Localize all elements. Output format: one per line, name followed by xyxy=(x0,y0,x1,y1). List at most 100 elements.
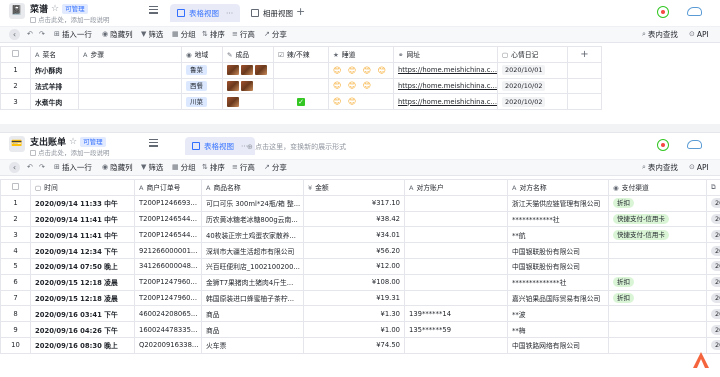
cell-channel[interactable]: 折扣 xyxy=(608,194,707,212)
undo-icon[interactable]: ↶ xyxy=(27,29,33,40)
cell-order[interactable]: T200P1246693... xyxy=(134,194,202,212)
add-view-icon[interactable]: + xyxy=(296,6,305,18)
cell-account[interactable] xyxy=(404,257,508,275)
cell-party[interactable]: **************社 xyxy=(507,273,609,291)
description-text[interactable]: 点击此处，添加一段说明 xyxy=(38,149,110,157)
cell-steps[interactable] xyxy=(78,77,182,95)
group-button[interactable]: ▦ 分组 xyxy=(172,162,196,173)
cell-account[interactable] xyxy=(404,289,508,307)
table-row[interactable]: 9 2020/09/16 04:26 下午 160024478335... 商品… xyxy=(0,321,720,338)
cell-time[interactable]: 2020/09/14 11:41 中午 xyxy=(30,226,135,244)
cell-extra[interactable]: 20 xyxy=(706,210,720,228)
column-header[interactable]: ⧉ xyxy=(706,179,720,196)
table-search-button[interactable]: ⌕ 表内查找 xyxy=(642,29,678,40)
table-icon[interactable]: 💳 xyxy=(9,136,25,152)
cell-party[interactable]: 嘉兴铂果品国际贸易有限公司 xyxy=(507,289,609,307)
record-icon[interactable] xyxy=(657,139,669,151)
cell-steps[interactable] xyxy=(78,93,182,111)
cell-amount[interactable]: ¥317.10 xyxy=(303,194,405,212)
cell-order[interactable]: T200P1246544... xyxy=(134,210,202,228)
cell-party[interactable]: **航 xyxy=(507,226,609,244)
cell-amount[interactable]: ¥12.00 xyxy=(303,257,405,275)
column-header[interactable]: ▢ 时间 xyxy=(30,179,135,196)
tab-grid-view[interactable]: 表格视图 ··· xyxy=(170,4,241,22)
insert-row-button[interactable]: ⊞ 插入一行 xyxy=(54,29,92,40)
cell-account[interactable] xyxy=(404,194,508,212)
cell-photo[interactable] xyxy=(222,93,274,111)
select-all-checkbox[interactable] xyxy=(0,46,31,63)
cell-item[interactable]: 兴百旺便利店_1002100200... xyxy=(201,257,304,275)
table-row[interactable]: 5 2020/09/14 07:50 晚上 341266000048... 兴百… xyxy=(0,257,720,275)
cell-extra[interactable]: 20 xyxy=(706,273,720,291)
column-header[interactable]: A 对方名称 xyxy=(507,179,609,196)
cell-amount[interactable]: ¥74.50 xyxy=(303,336,405,354)
cell-extra[interactable]: 20 xyxy=(706,194,720,212)
cell-time[interactable]: 2020/09/15 12:18 凌晨 xyxy=(30,273,135,291)
cell-extra[interactable]: 20 xyxy=(706,289,720,307)
star-icon[interactable]: ☆ xyxy=(51,4,59,14)
table-row[interactable]: 10 2020/09/16 08:30 晚上 Q20200916338... 火… xyxy=(0,336,720,354)
add-column-icon[interactable]: + xyxy=(567,46,602,63)
cell-photo[interactable] xyxy=(222,61,274,79)
cell-item[interactable]: 金狮T7果猪肉土猪肉4斤生... xyxy=(201,273,304,291)
select-all-checkbox[interactable] xyxy=(0,179,31,196)
more-icon[interactable]: ··· xyxy=(226,9,233,18)
cell-item[interactable]: 韩国原装进口蜂蜜柚子茶柠... xyxy=(201,289,304,307)
cell-region[interactable]: 川菜 xyxy=(181,93,223,111)
table-row[interactable]: 2 法式羊排 西餐 😊 😊 😊 https://home.meishichina… xyxy=(0,77,602,95)
cell-amount[interactable]: ¥1.30 xyxy=(303,305,405,323)
cell-channel[interactable] xyxy=(608,305,707,323)
record-icon[interactable] xyxy=(657,6,669,18)
cell-party[interactable]: **波 xyxy=(507,305,609,323)
cell-item[interactable]: 历农黄冰糖老冰糖800g云南... xyxy=(201,210,304,228)
cell-time[interactable]: 2020/09/14 11:33 中午 xyxy=(30,194,135,212)
permission-badge[interactable]: 可管理 xyxy=(62,3,88,14)
row-height-button[interactable]: ≡ 行高 xyxy=(232,162,255,173)
cell-party[interactable]: 中国银联股份有限公司 xyxy=(507,242,609,259)
redo-icon[interactable]: ↷ xyxy=(39,29,45,40)
cell-channel[interactable]: 快捷支付-信用卡 xyxy=(608,226,707,244)
cell-party[interactable]: 浙江天猫供应链管理有限公司 xyxy=(507,194,609,212)
cell-region[interactable]: 西餐 xyxy=(181,77,223,95)
cell-order[interactable]: Q20200916338... xyxy=(134,336,202,354)
cell-extra[interactable]: 20 xyxy=(706,257,720,275)
hide-columns-button[interactable]: ◉ 隐藏列 xyxy=(102,162,133,173)
table-description[interactable]: 点击此处，添加一段说明 xyxy=(30,14,110,24)
group-button[interactable]: ▦ 分组 xyxy=(172,29,196,40)
column-header[interactable]: ⚭ 网址 xyxy=(393,46,498,63)
cell-account[interactable]: 135******59 xyxy=(404,321,508,338)
column-header[interactable]: A 菜名 xyxy=(30,46,79,63)
cell-time[interactable]: 2020/09/16 03:41 下午 xyxy=(30,305,135,323)
cell-account[interactable] xyxy=(404,336,508,354)
cell-mood[interactable]: 😊 😊 😊 xyxy=(328,77,394,95)
cell-order[interactable]: T200P1246544... xyxy=(134,226,202,244)
cell-account[interactable] xyxy=(404,273,508,291)
api-button[interactable]: ⊙ API xyxy=(689,29,709,40)
cell-amount[interactable]: ¥38.42 xyxy=(303,210,405,228)
cell-item[interactable]: 深圳市大疆生活超市有限公司 xyxy=(201,242,304,259)
table-row[interactable]: 1 炸小酥肉 鲁菜 😊 😊 😊 😊 https://home.meishichi… xyxy=(0,61,602,79)
cell-order[interactable]: T200P1247960... xyxy=(134,289,202,307)
redo-icon[interactable]: ↷ xyxy=(39,162,45,173)
cell-item[interactable]: 40枚装正宗土鸡蛋农家散养... xyxy=(201,226,304,244)
cell-item[interactable]: 火车票 xyxy=(201,336,304,354)
cell-channel[interactable]: 快捷支付-信用卡 xyxy=(608,210,707,228)
cell-amount[interactable]: ¥19.31 xyxy=(303,289,405,307)
column-header[interactable]: ☑ 辣/不辣 xyxy=(273,46,329,63)
column-header[interactable]: A 步骤 xyxy=(78,46,182,63)
table-row[interactable]: 6 2020/09/15 12:18 凌晨 T200P1247960... 金狮… xyxy=(0,273,720,291)
cell-item[interactable]: 商品 xyxy=(201,321,304,338)
cell-date[interactable]: 2020/10/02 xyxy=(497,77,568,95)
column-header[interactable]: ◉ 地域 xyxy=(181,46,223,63)
hide-columns-button[interactable]: ◉ 隐藏列 xyxy=(102,29,133,40)
cell-url[interactable]: https://home.meishichina.c... xyxy=(393,61,498,79)
cell-time[interactable]: 2020/09/16 04:26 下午 xyxy=(30,321,135,338)
table-row[interactable]: 3 水煮牛肉 川菜 ✓ 😊 😊 https://home.meishichina… xyxy=(0,93,602,111)
table-row[interactable]: 4 2020/09/14 12:34 下午 921266000001... 深圳… xyxy=(0,242,720,259)
cell-account[interactable]: 139******14 xyxy=(404,305,508,323)
column-header[interactable]: ✎ 成品 xyxy=(222,46,274,63)
collapse-left-icon[interactable]: ‹ xyxy=(9,162,20,173)
cell-order[interactable]: 921266000001... xyxy=(134,242,202,259)
filter-button[interactable]: ▼ 筛选 xyxy=(141,29,163,40)
cell-channel[interactable]: 折扣 xyxy=(608,289,707,307)
